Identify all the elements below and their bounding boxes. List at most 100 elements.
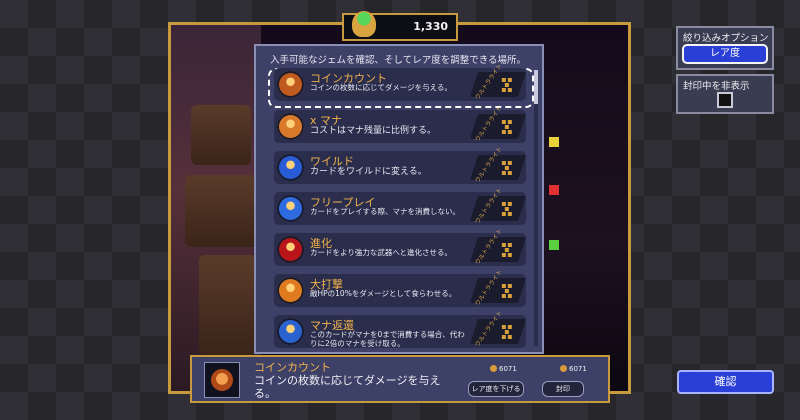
wild-card-icon (277, 154, 304, 181)
rarity-pip (507, 161, 512, 165)
gem-list-item[interactable]: 進化 カードをより強力な武器へと進化させる。 ウルトラライト (274, 228, 527, 266)
rarity-pip (501, 243, 506, 247)
rarity-badge: ウルトラライト (469, 269, 527, 307)
gem-list-item[interactable]: フリープレイ カードをプレイする際、マナを消費しない。 ウルトラライト (274, 187, 527, 225)
gem-list-item[interactable]: x マナ コストはマナ残量に比例する。 ウルトラライト (274, 105, 527, 143)
scene-barrel (191, 105, 251, 165)
scene-green-gem (549, 240, 559, 250)
gem-desc: カードをワイルドに変える。 (310, 167, 427, 177)
rarity-pip (507, 88, 512, 92)
panel-intro: 入手可能なジェムを確認、そしてレア度を調整できる場所。 (270, 55, 527, 66)
rarity-pip (507, 294, 512, 298)
rarity-pip (501, 325, 506, 329)
rarity-pip (501, 130, 506, 134)
rarity-pip (504, 207, 509, 211)
evolve-icon (277, 236, 304, 263)
gem-desc: 敵HPの10%をダメージとして食らわせる。 (310, 289, 457, 298)
detail-name: コインカウント (254, 361, 331, 374)
scene-red-gem (549, 185, 559, 195)
rarity-pip (504, 166, 509, 170)
rarity-pip (501, 294, 506, 298)
gem-list-item[interactable]: マナ返還 このカードがマナを0まで消費する場合、代わりに2倍のマナを受け取る。 ウル… (274, 310, 527, 348)
rarity-tag: ウルトラライト (473, 309, 504, 349)
lower-rarity-button[interactable]: レア度を下げる (468, 381, 524, 397)
rarity-pip (504, 248, 509, 252)
confirm-button[interactable]: 確認 (677, 370, 774, 394)
price-left: 6071 (490, 365, 517, 373)
hide-sealed-label: 封印中を非表示 (683, 81, 750, 92)
price-right-value: 6071 (569, 365, 587, 373)
rarity-pip (507, 120, 512, 124)
free-play-icon (277, 195, 304, 222)
rarity-pip (501, 161, 506, 165)
rarity-pip (507, 335, 512, 339)
price-right: 6071 (560, 365, 587, 373)
detail-desc: コインの枚数に応じてダメージを与える。 (254, 374, 441, 400)
gem-desc: コインの枚数に応じてダメージを与える。 (310, 83, 452, 92)
rarity-tag: ウルトラライト (473, 268, 504, 308)
gem-list-item[interactable]: ワイルド カードをワイルドに変える。 ウルトラライト (274, 146, 527, 184)
gem-detail-panel: コインカウント コインの枚数に応じてダメージを与える。 6071 6071 レア… (190, 355, 610, 403)
gem-list-item[interactable]: コインカウント コインの枚数に応じてダメージを与える。 ウルトラライト (274, 63, 527, 101)
rarity-tag: ウルトラライト (473, 186, 504, 226)
rarity-pip (501, 212, 506, 216)
gem-list-item[interactable]: 大打撃 敵HPの10%をダメージとして食らわせる。 ウルトラライト (274, 269, 527, 307)
rarity-pip (507, 171, 512, 175)
scrollbar-track[interactable] (534, 70, 538, 346)
rarity-pips-icon (501, 243, 516, 257)
gem-pot-icon (352, 11, 376, 37)
hide-sealed-option: 封印中を非表示 (676, 74, 774, 114)
rarity-pip (507, 78, 512, 82)
rarity-pip (507, 243, 512, 247)
rarity-pips-icon (501, 284, 516, 298)
currency-amount: 1,330 (413, 20, 448, 33)
gem-desc: カードをより強力な武器へと進化させる。 (310, 248, 452, 257)
rarity-pip (501, 202, 506, 206)
hide-sealed-checkbox[interactable] (717, 92, 733, 108)
rarity-pips-icon (501, 325, 516, 339)
rarity-pip (507, 212, 512, 216)
price-left-value: 6071 (499, 365, 517, 373)
heavy-hit-icon (277, 277, 304, 304)
x-mana-icon (277, 113, 304, 140)
rarity-pip (501, 88, 506, 92)
rarity-badge: ウルトラライト (469, 228, 527, 266)
rarity-pip (501, 253, 506, 257)
rarity-tag: ウルトラライト (473, 62, 504, 102)
coin-count-icon (204, 362, 240, 398)
rarity-pips-icon (501, 161, 516, 175)
rarity-badge: ウルトラライト (469, 105, 527, 143)
rarity-pips-icon (501, 120, 516, 134)
scene-barrel (199, 255, 257, 355)
rarity-pip (504, 125, 509, 129)
rarity-pip (501, 120, 506, 124)
scrollbar-thumb[interactable] (534, 70, 538, 104)
rarity-pips-icon (501, 78, 516, 92)
rarity-pip (507, 130, 512, 134)
rarity-badge: ウルトラライト (469, 187, 527, 225)
coin-icon (490, 365, 497, 372)
gem-desc: このカードがマナを0まで消費する場合、代わりに2倍のマナを受け取る。 (310, 330, 465, 348)
scene-barrel (185, 175, 257, 247)
filter-label: 絞り込みオプション (683, 33, 769, 44)
coin-icon (560, 365, 567, 372)
rarity-tag: ウルトラライト (473, 227, 504, 267)
rarity-pip (501, 171, 506, 175)
rarity-pip (507, 253, 512, 257)
rarity-pip (507, 325, 512, 329)
filter-options: 絞り込みオプション レア度 (676, 26, 774, 70)
coin-count-icon (277, 71, 304, 98)
rarity-pip (501, 78, 506, 82)
rarity-filter-button[interactable]: レア度 (682, 44, 768, 64)
currency-display: 1,330 (342, 11, 458, 41)
seal-button[interactable]: 封印 (542, 381, 584, 397)
gem-desc: コストはマナ残量に比例する。 (310, 126, 437, 136)
rarity-pip (501, 284, 506, 288)
rarity-pip (507, 202, 512, 206)
rarity-badge: ウルトラライト (469, 146, 527, 184)
rarity-tag: ウルトラライト (473, 104, 504, 144)
rarity-pip (501, 335, 506, 339)
gem-desc: カードをプレイする際、マナを消費しない。 (310, 207, 460, 216)
rarity-pip (504, 83, 509, 87)
rarity-pips-icon (501, 202, 516, 216)
